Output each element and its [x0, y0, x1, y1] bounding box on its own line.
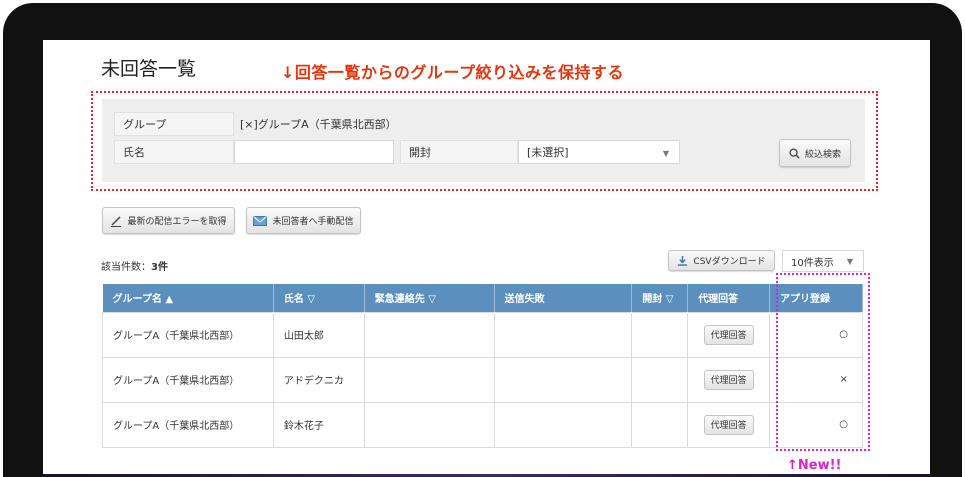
open-label: 開封 — [400, 140, 518, 164]
proxy-answer-button[interactable]: 代理回答 — [703, 324, 754, 345]
cell-opened — [631, 356, 689, 403]
cell-group: グループA（千葉県北西部） — [102, 356, 274, 403]
group-value[interactable]: [×]グループA（千葉県北西部） — [240, 112, 397, 136]
search-icon — [789, 147, 800, 159]
cell-proxy: 代理回答 — [687, 311, 771, 358]
per-page-value: 10件表示 — [791, 257, 834, 269]
chevron-down-icon: ▼ — [662, 149, 669, 158]
table-header-row: グループ名 ▲ 氏名 ▽ 緊急連絡先 ▽ 送信失敗 開封 ▽ 代理回答 アプリ登… — [102, 284, 863, 312]
download-icon — [678, 255, 688, 266]
csv-download-button[interactable]: CSVダウンロード — [668, 250, 775, 271]
result-count-value: 3件 — [151, 262, 168, 273]
mail-icon — [253, 215, 268, 226]
col-opened[interactable]: 開封 ▽ — [631, 284, 689, 312]
filter-panel: グループ [×]グループA（千葉県北西部） 氏名 開封 [未選択] ▼ 絞込検索 — [102, 99, 865, 182]
col-send-failed: 送信失敗 — [494, 284, 633, 312]
cell-contact — [363, 311, 495, 358]
proxy-answer-button[interactable]: 代理回答 — [703, 369, 754, 390]
cell-failed — [493, 311, 633, 358]
manual-send-button[interactable]: 未回答者へ手動配信 — [246, 207, 361, 234]
annotation-top: ↓回答一覧からのグループ絞り込みを保持する — [281, 63, 624, 82]
chevron-down-icon: ▼ — [846, 257, 853, 266]
result-count-prefix: 該当件数： — [101, 262, 151, 273]
open-select-value: [未選択] — [527, 146, 569, 159]
table-row: グループA（千葉県北西部） 鈴木花子 代理回答 ○ — [102, 401, 863, 448]
table-row: グループA（千葉県北西部） 山田太郎 代理回答 ○ — [102, 311, 863, 358]
cell-failed — [493, 401, 633, 448]
csv-download-label: CSVダウンロード — [693, 257, 766, 267]
cell-failed — [493, 356, 633, 403]
open-select[interactable]: [未選択] ▼ — [518, 140, 680, 164]
col-emergency-contact[interactable]: 緊急連絡先 ▽ — [364, 284, 495, 312]
app-column-highlight-outline — [776, 273, 870, 451]
per-page-select[interactable]: 10件表示 ▼ — [782, 250, 864, 272]
cell-name: 鈴木花子 — [272, 401, 365, 448]
cell-opened — [631, 401, 689, 448]
cell-proxy: 代理回答 — [687, 401, 771, 448]
annotation-new: ↑New!! — [787, 458, 842, 473]
page-title: 未回答一覧 — [101, 58, 197, 80]
group-label: グループ — [114, 112, 234, 136]
result-count: 該当件数：3件 — [101, 258, 168, 273]
latest-error-label: 最新の配信エラーを取得 — [127, 217, 227, 227]
table-row: グループA（千葉県北西部） アドデクニカ 代理回答 × — [102, 356, 863, 403]
cell-opened — [631, 311, 689, 358]
col-name[interactable]: 氏名 ▽ — [273, 284, 365, 312]
results-table: グループ名 ▲ 氏名 ▽ 緊急連絡先 ▽ 送信失敗 開封 ▽ 代理回答 アプリ登… — [102, 284, 863, 448]
cell-name: アドデクニカ — [272, 356, 365, 403]
cell-proxy: 代理回答 — [687, 356, 771, 403]
cell-group: グループA（千葉県北西部） — [102, 401, 274, 448]
latest-error-button[interactable]: 最新の配信エラーを取得 — [102, 207, 235, 234]
proxy-answer-button[interactable]: 代理回答 — [703, 414, 754, 435]
search-button[interactable]: 絞込検索 — [779, 139, 851, 167]
cell-group: グループA（千葉県北西部） — [102, 311, 274, 358]
name-label: 氏名 — [114, 140, 234, 164]
screen: 未回答一覧 ↓回答一覧からのグループ絞り込みを保持する グループ [×]グループ… — [43, 40, 930, 477]
cell-contact — [363, 401, 495, 448]
device-frame: 未回答一覧 ↓回答一覧からのグループ絞り込みを保持する グループ [×]グループ… — [3, 3, 962, 477]
pencil-icon — [111, 215, 122, 227]
cell-name: 山田太郎 — [272, 311, 365, 358]
name-input[interactable] — [234, 140, 394, 164]
cell-contact — [363, 356, 495, 403]
col-proxy-answer: 代理回答 — [687, 284, 771, 312]
col-group-name[interactable]: グループ名 ▲ — [102, 284, 274, 312]
manual-send-label: 未回答者へ手動配信 — [272, 217, 354, 227]
search-button-label: 絞込検索 — [804, 149, 841, 160]
